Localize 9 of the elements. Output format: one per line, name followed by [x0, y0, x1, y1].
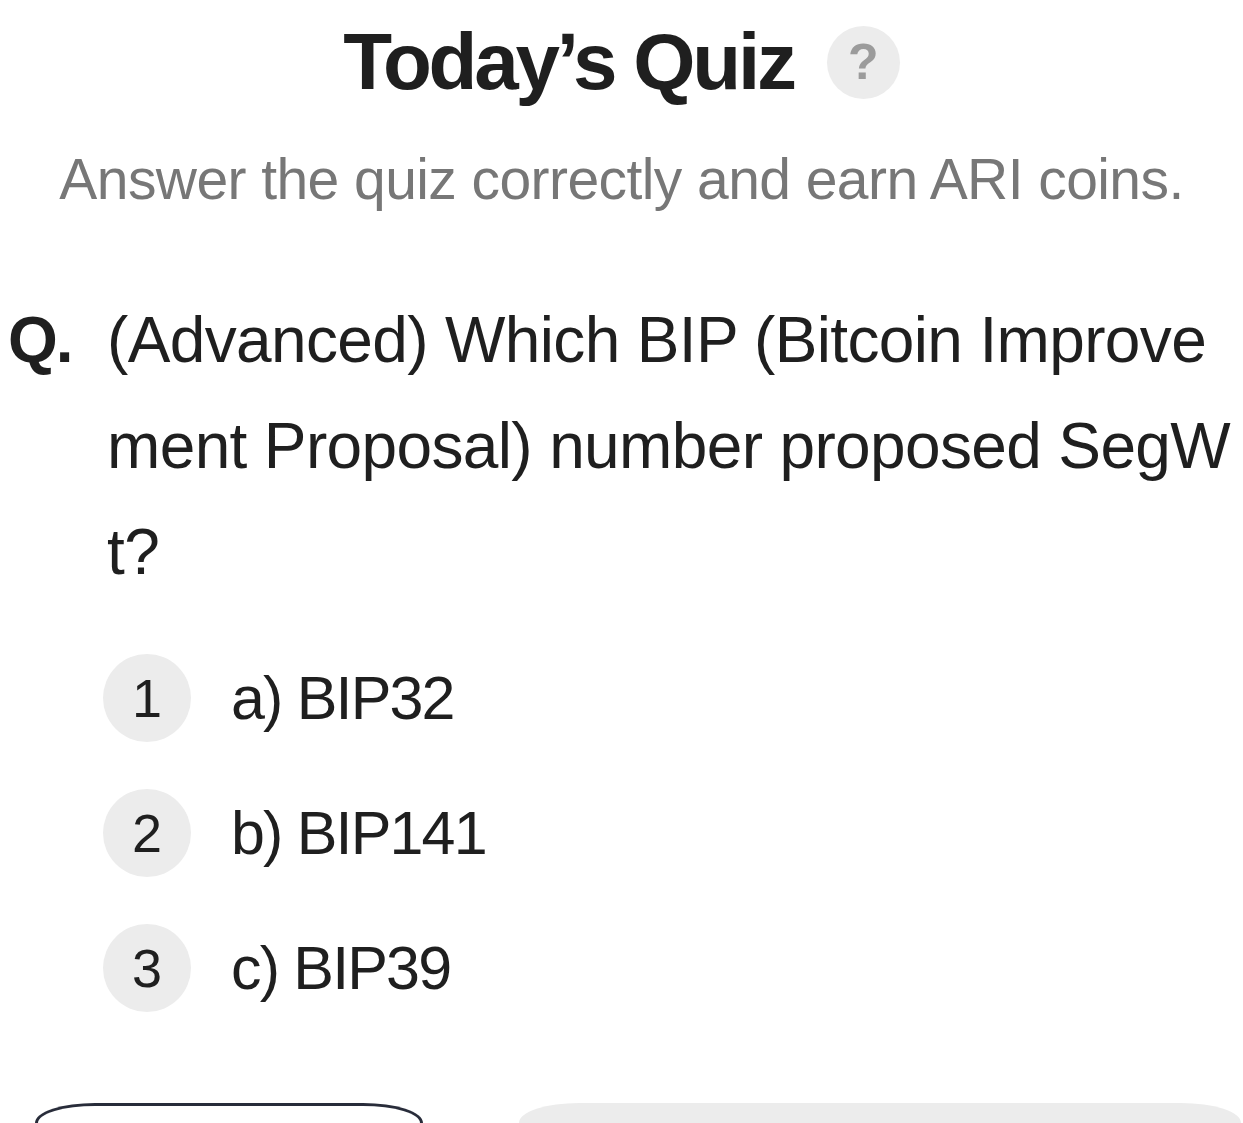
quiz-subtitle: Answer the quiz correctly and earn ARI coins.: [59, 146, 1184, 213]
question-prefix: Q.: [8, 303, 73, 379]
option-text[interactable]: a) BIP32: [231, 664, 454, 732]
option-text[interactable]: c) BIP39: [231, 934, 451, 1002]
option-number: 1: [103, 654, 191, 743]
option-text[interactable]: b) BIP141: [231, 799, 486, 867]
option-number: 2: [103, 789, 191, 878]
question-text: (Advanced) Which BIP (Bitcoin Improvement Proposal) number proposed SegWt?: [107, 303, 1232, 591]
option-number: 3: [103, 924, 191, 1013]
